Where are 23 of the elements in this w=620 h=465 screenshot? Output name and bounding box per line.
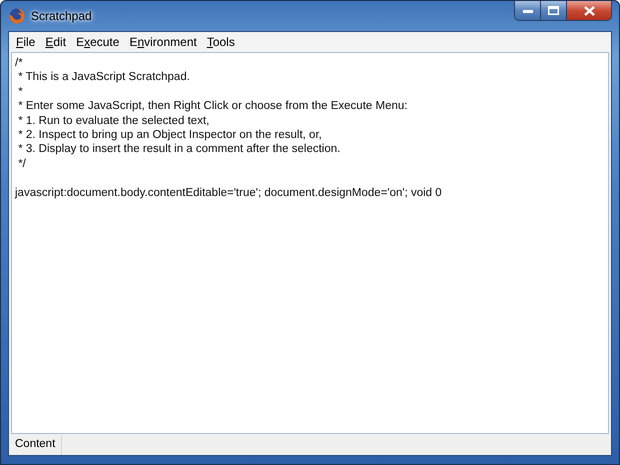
menu-item[interactable]: File <box>11 35 40 49</box>
menu-item[interactable]: Edit <box>40 35 72 49</box>
menu-item[interactable]: Environment <box>124 35 202 49</box>
code-line: * 3. Display to insert the result in a comment after the selection. <box>17 143 340 156</box>
minimize-button[interactable] <box>515 1 541 20</box>
status-text: Content <box>11 436 62 455</box>
maximize-button[interactable] <box>541 1 567 20</box>
close-button[interactable] <box>567 1 611 20</box>
maximize-icon <box>548 6 559 15</box>
menu-item[interactable]: Execute <box>71 35 124 49</box>
code-line: * Enter some JavaScript, then Right Click or choose from the Execute Menu: <box>17 100 408 112</box>
browser-logo-icon <box>9 8 25 24</box>
code-line: * 2. Inspect to bring up an Object Inspector on the result, or, <box>17 128 322 141</box>
code-line: * This is a JavaScript Scratchpad. <box>17 71 190 84</box>
code-line: * <box>17 86 23 98</box>
code-line: */ <box>17 158 26 170</box>
close-icon <box>584 6 594 16</box>
window-title: Scratchpad <box>31 9 92 23</box>
minimize-icon <box>522 8 532 12</box>
code-line: javascript:document.body.contentEditable='true'; document.designMode='on'; void 0 <box>15 186 442 199</box>
code-line: /* <box>15 57 23 69</box>
menu-item[interactable]: Tools <box>202 35 240 49</box>
code-line: * 1. Run to evaluate the selected text, <box>17 114 210 127</box>
